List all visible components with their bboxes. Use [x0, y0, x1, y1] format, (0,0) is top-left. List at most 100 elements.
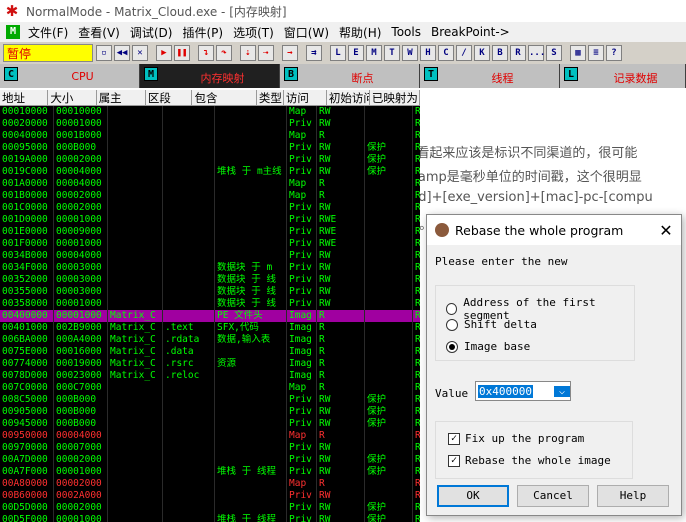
column-header[interactable]: 大小 — [48, 90, 97, 105]
table-cell: 0034B000 — [0, 250, 54, 262]
table-cell — [163, 214, 215, 226]
column-header[interactable]: 类型 — [257, 90, 284, 105]
table-cell: 000A4000 — [54, 334, 108, 346]
menu-bar: M 文件(F) 查看(V) 调试(D) 插件(P) 选项(T) 窗口(W) 帮助(H) Too… — [0, 22, 686, 42]
window-shortcut-button[interactable]: / — [456, 45, 472, 61]
table-cell — [215, 442, 287, 454]
execute-till-return-icon[interactable]: → — [282, 45, 298, 61]
trace-over-icon[interactable]: ⇢ — [258, 45, 274, 61]
rewind-icon[interactable]: ◀◀ — [114, 45, 130, 61]
table-cell: 保护 — [365, 142, 413, 154]
window-shortcut-button[interactable]: K — [474, 45, 490, 61]
open-icon[interactable]: ▫ — [96, 45, 112, 61]
dialog-close-icon[interactable]: ✕ — [651, 221, 681, 240]
cancel-button[interactable]: Cancel — [517, 485, 589, 507]
grid-icon[interactable]: ▦ — [570, 45, 586, 61]
window-shortcut-button[interactable]: M — [366, 45, 382, 61]
table-cell — [108, 430, 163, 442]
table-cell — [365, 286, 413, 298]
help-icon[interactable]: ? — [606, 45, 622, 61]
dialog-prompt: Please enter the new — [435, 255, 568, 268]
close-icon[interactable]: ✕ — [132, 45, 148, 61]
menu-item[interactable]: 查看(V) — [73, 24, 125, 41]
table-cell: 00010000 — [0, 106, 54, 118]
table-cell — [215, 106, 287, 118]
pause-icon[interactable]: ❚❚ — [174, 45, 190, 61]
window-shortcut-button[interactable]: C — [438, 45, 454, 61]
option-checkbox[interactable]: ✓ Fix up the program — [448, 432, 584, 445]
table-cell — [163, 262, 215, 274]
goto-icon[interactable]: ⇉ — [306, 45, 322, 61]
menu-item[interactable]: 插件(P) — [177, 24, 228, 41]
menu-item[interactable]: Tools — [386, 25, 426, 39]
table-cell: 00970000 — [0, 442, 54, 454]
table-cell — [108, 442, 163, 454]
help-button[interactable]: Help — [597, 485, 669, 507]
table-cell: 000B000 — [54, 142, 108, 154]
window-shortcut-button[interactable]: B — [492, 45, 508, 61]
window-shortcut-button[interactable]: H — [420, 45, 436, 61]
table-cell — [108, 502, 163, 514]
tab-strip: C CPU M 内存映射 B 断点 T 线程 L 记录数据 — [0, 64, 686, 88]
menu-item[interactable]: 调试(D) — [125, 24, 178, 41]
menu-item[interactable]: BreakPoint-> — [426, 25, 515, 39]
menu-item[interactable]: 选项(T) — [228, 24, 279, 41]
value-combobox[interactable]: 0x400000 ⌵ — [475, 381, 571, 401]
table-cell — [163, 178, 215, 190]
window-shortcut-button[interactable]: E — [348, 45, 364, 61]
rebase-option-radio[interactable]: Image base — [446, 340, 530, 353]
table-cell: 资源 — [215, 358, 287, 370]
step-over-icon[interactable]: ↷ — [216, 45, 232, 61]
run-icon[interactable]: ▶ — [156, 45, 172, 61]
tab-t[interactable]: T 线程 — [420, 64, 560, 88]
table-cell — [163, 478, 215, 490]
table-cell — [163, 406, 215, 418]
rebase-dialog: Rebase the whole program ✕ Please enter … — [426, 214, 682, 516]
column-header[interactable]: 区段 — [146, 90, 193, 105]
table-cell — [108, 190, 163, 202]
mdi-window-icon[interactable]: M — [6, 25, 20, 39]
window-shortcut-button[interactable]: W — [402, 45, 418, 61]
table-cell: .rdata — [163, 334, 215, 346]
table-cell — [365, 130, 413, 142]
tab-label: CPU — [71, 70, 94, 83]
table-cell: 00352000 — [0, 274, 54, 286]
table-cell — [163, 442, 215, 454]
table-cell — [215, 478, 287, 490]
table-cell — [108, 514, 163, 522]
menu-item[interactable]: 窗口(W) — [279, 24, 334, 41]
column-header[interactable]: 包含 — [192, 90, 257, 105]
menu-item[interactable]: 文件(F) — [23, 24, 73, 41]
tab-letter-icon: T — [424, 67, 438, 81]
trace-into-icon[interactable]: ⇣ — [240, 45, 256, 61]
rebase-option-radio[interactable]: Shift delta — [446, 318, 537, 331]
table-cell: Matrix_C — [108, 334, 163, 346]
table-cell: Priv — [287, 118, 317, 130]
window-shortcut-button[interactable]: T — [384, 45, 400, 61]
column-header[interactable]: 属主 — [97, 90, 146, 105]
step-into-icon[interactable]: ↴ — [198, 45, 214, 61]
option-checkbox[interactable]: ✓ Rebase the whole image — [448, 454, 611, 467]
column-header[interactable]: 地址 — [0, 90, 49, 105]
table-cell — [215, 454, 287, 466]
column-header[interactable]: 初始访问 — [327, 90, 370, 105]
tab-l[interactable]: L 记录数据 — [560, 64, 686, 88]
tab-c[interactable]: C CPU — [0, 64, 140, 88]
tab-b[interactable]: B 断点 — [280, 64, 420, 88]
tab-m[interactable]: M 内存映射 — [140, 64, 280, 88]
table-cell: 007C0000 — [0, 382, 54, 394]
window-shortcut-button[interactable]: R — [510, 45, 526, 61]
table-cell: RWE — [317, 214, 365, 226]
window-shortcut-button[interactable]: ... — [528, 45, 545, 61]
menu-item[interactable]: 帮助(H) — [334, 24, 386, 41]
window-shortcut-button[interactable]: S — [546, 45, 562, 61]
window-shortcut-button[interactable]: L — [330, 45, 346, 61]
ok-button[interactable]: OK — [437, 485, 509, 507]
table-cell: 数据块 于 线 — [215, 274, 287, 286]
column-header[interactable]: 已映射为 — [370, 90, 420, 105]
column-header[interactable]: 访问 — [284, 90, 327, 105]
table-cell — [108, 214, 163, 226]
chevron-down-icon[interactable]: ⌵ — [554, 385, 570, 397]
table-cell: 00001000 — [54, 238, 108, 250]
list-icon[interactable]: ≡ — [588, 45, 604, 61]
